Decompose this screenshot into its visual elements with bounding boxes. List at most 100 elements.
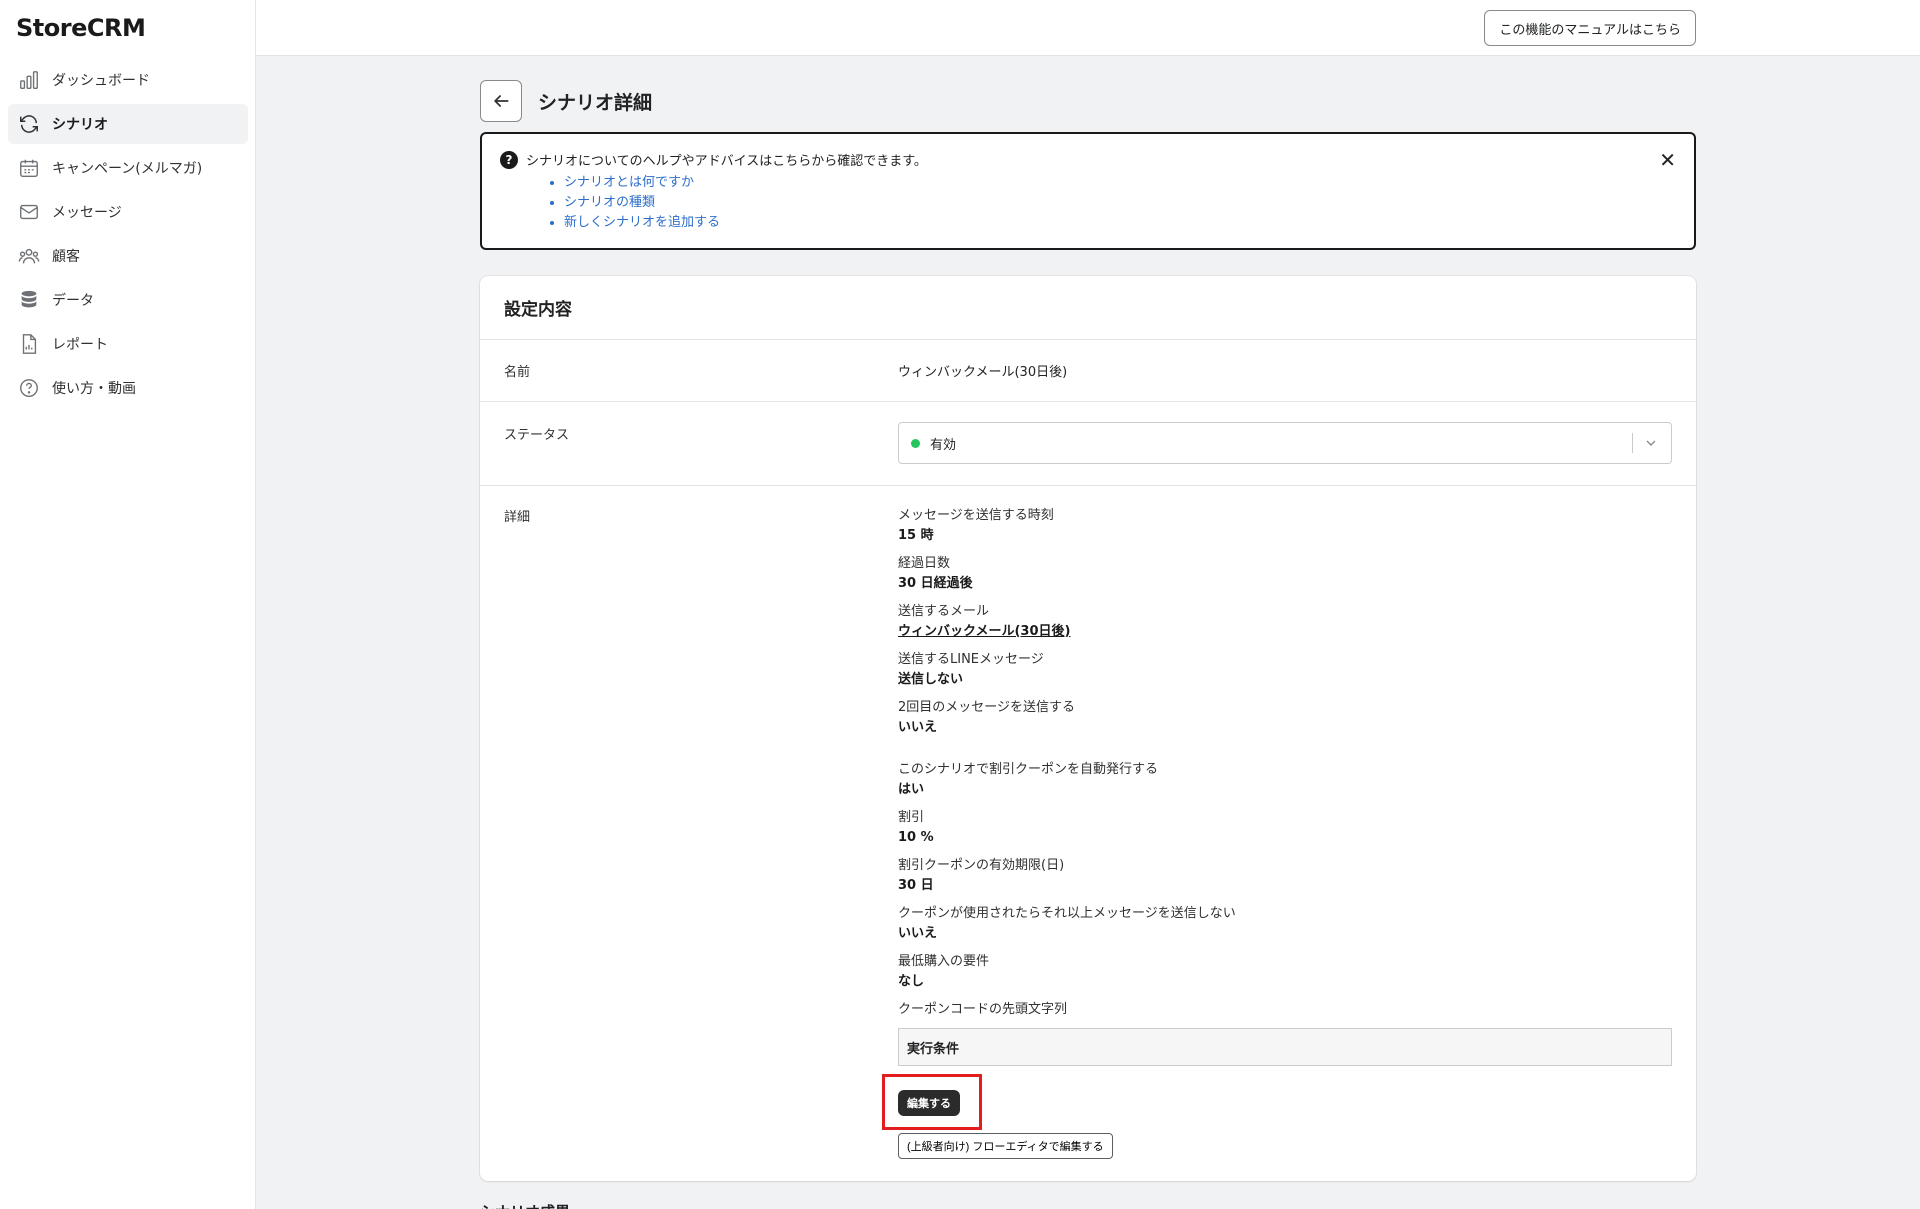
status-label: ステータス [504, 428, 570, 443]
sidebar-item-campaign[interactable]: キャンペーン(メルマガ) [8, 148, 248, 188]
status-row: ステータス 有効 [480, 402, 1696, 486]
manual-button[interactable]: この機能のマニュアルはこちら [1484, 10, 1696, 46]
sidebar-item-label: 使い方・動画 [52, 381, 136, 397]
edit-highlight: 編集する [882, 1074, 982, 1130]
help-link-item: 新しくシナリオを追加する [564, 213, 1676, 233]
sidebar-item-label: ダッシュボード [52, 73, 150, 89]
detail-item-label: 送信するLINEメッセージ [898, 652, 1044, 667]
users-icon [18, 245, 40, 267]
top-bar: この機能のマニュアルはこちら [256, 0, 1920, 56]
name-row: 名前 ウィンバックメール(30日後) [480, 340, 1696, 402]
name-value: ウィンバックメール(30日後) [898, 365, 1068, 380]
sidebar-item-report[interactable]: レポート [8, 324, 248, 364]
bar-chart-icon [18, 69, 40, 91]
help-link-item: シナリオとは何ですか [564, 173, 1676, 193]
status-value-cell: 有効 [898, 422, 1672, 485]
back-button[interactable] [480, 80, 522, 122]
sidebar-item-message[interactable]: メッセージ [8, 192, 248, 232]
detail-item-second-message: 2回目のメッセージを送信する いいえ [898, 698, 1672, 738]
edit-button[interactable]: 編集する [898, 1090, 960, 1116]
detail-item-elapsed-days: 経過日数 30 日経過後 [898, 554, 1672, 594]
sidebar: StoreCRM ダッシュボード シナリオ キャンペーン(メルマガ) メッセージ [0, 0, 256, 1209]
sidebar-item-label: キャンペーン(メルマガ) [52, 161, 203, 177]
sidebar-item-label: 顧客 [52, 249, 80, 265]
detail-item-label: このシナリオで割引クーポンを自動発行する [898, 762, 1159, 777]
help-link-what-is-scenario[interactable]: シナリオとは何ですか [564, 175, 694, 190]
detail-item-value: いいえ [898, 926, 938, 941]
main-content: シナリオ詳細 ? シナリオについてのヘルプやアドバイスはこちらから確認できます。… [480, 80, 1696, 1209]
question-icon: ? [500, 150, 518, 169]
detail-item-coupon-prefix: クーポンコードの先頭文字列 [898, 1000, 1672, 1020]
detail-label: 詳細 [504, 510, 531, 525]
sidebar-item-howto[interactable]: 使い方・動画 [8, 368, 248, 408]
sidebar-item-label: レポート [52, 337, 108, 353]
detail-item-mail: 送信するメール ウィンバックメール(30日後) [898, 602, 1672, 642]
status-dot [911, 438, 920, 448]
detail-item-label: 割引クーポンの有効期限(日) [898, 858, 1065, 873]
scenario-results-title: シナリオ成果 [480, 1201, 1696, 1209]
detail-item-line: 送信するLINEメッセージ 送信しない [898, 650, 1672, 690]
help-banner: ? シナリオについてのヘルプやアドバイスはこちらから確認できます。 シナリオとは… [480, 132, 1696, 250]
sidebar-item-dashboard[interactable]: ダッシュボード [8, 60, 248, 100]
detail-item-send-time: メッセージを送信する時刻 15 時 [898, 506, 1672, 546]
sidebar-item-customers[interactable]: 顧客 [8, 236, 248, 276]
settings-card-title: 設定内容 [480, 276, 1696, 340]
detail-item-label: 最低購入の要件 [898, 954, 990, 969]
refresh-icon [18, 113, 40, 135]
mail-icon [18, 201, 40, 223]
app-logo: StoreCRM [16, 14, 146, 42]
chevron-down-icon [1646, 440, 1656, 446]
detail-item-stop-on-use: クーポンが使用されたらそれ以上メッセージを送信しない いいえ [898, 904, 1672, 944]
page-header: シナリオ詳細 [480, 80, 1696, 122]
detail-item-label: 送信するメール [898, 604, 990, 619]
database-icon [18, 289, 40, 311]
detail-row: 詳細 メッセージを送信する時刻 15 時 経過日数 30 日経過後 送信するメー… [480, 486, 1696, 1181]
name-label: 名前 [504, 365, 531, 380]
detail-item-value: いいえ [898, 720, 938, 735]
help-links: シナリオとは何ですか シナリオの種類 新しくシナリオを追加する [500, 173, 1676, 233]
detail-item-value: 30 日経過後 [898, 576, 973, 591]
settings-card: 設定内容 名前 ウィンバックメール(30日後) ステータス 有効 詳細 メッセー… [480, 276, 1696, 1181]
help-link-add-scenario[interactable]: 新しくシナリオを追加する [564, 215, 720, 230]
status-select-value: 有効 [930, 437, 957, 453]
help-heading-text: シナリオについてのヘルプやアドバイスはこちらから確認できます。 [526, 154, 927, 169]
detail-item-label: 2回目のメッセージを送信する [898, 700, 1076, 715]
exec-condition-box: 実行条件 [898, 1028, 1672, 1066]
detail-item-label: 経過日数 [898, 556, 951, 571]
calendar-icon [18, 157, 40, 179]
mail-link[interactable]: ウィンバックメール(30日後) [898, 622, 1672, 642]
sidebar-item-label: シナリオ [52, 117, 108, 133]
detail-item-min-purchase: 最低購入の要件 なし [898, 952, 1672, 992]
help-link-item: シナリオの種類 [564, 193, 1676, 213]
sidebar-item-scenario[interactable]: シナリオ [8, 104, 248, 144]
detail-item-value: なし [898, 974, 925, 989]
flow-editor-button[interactable]: (上級者向け) フローエディタで編集する [898, 1133, 1113, 1159]
detail-item-label: 割引 [898, 810, 925, 825]
detail-values: メッセージを送信する時刻 15 時 経過日数 30 日経過後 送信するメール ウ… [882, 506, 1672, 1159]
detail-item-label: メッセージを送信する時刻 [898, 508, 1054, 523]
help-circle-icon [18, 377, 40, 399]
sidebar-nav: ダッシュボード シナリオ キャンペーン(メルマガ) メッセージ 顧客 データ レ… [8, 60, 248, 412]
sidebar-item-label: メッセージ [52, 205, 122, 221]
close-icon[interactable]: ✕ [1659, 150, 1676, 170]
report-icon [18, 333, 40, 355]
detail-item-label: クーポンコードの先頭文字列 [898, 1002, 1068, 1017]
detail-item-value: 15 時 [898, 528, 934, 543]
detail-item-discount: 割引 10 % [898, 808, 1672, 848]
help-link-scenario-types[interactable]: シナリオの種類 [564, 195, 655, 210]
detail-item-value: 10 % [898, 830, 934, 845]
detail-item-auto-coupon: このシナリオで割引クーポンを自動発行する はい [898, 760, 1672, 800]
detail-item-value: 送信しない [898, 672, 964, 687]
detail-item-label: クーポンが使用されたらそれ以上メッセージを送信しない [898, 906, 1236, 921]
sidebar-item-label: データ [52, 293, 94, 309]
select-separator [1632, 433, 1633, 453]
status-select[interactable]: 有効 [898, 422, 1672, 464]
sidebar-item-data[interactable]: データ [8, 280, 248, 320]
detail-item-value: はい [898, 782, 925, 797]
detail-item-coupon-expiry: 割引クーポンの有効期限(日) 30 日 [898, 856, 1672, 896]
page-title: シナリオ詳細 [538, 91, 653, 114]
help-heading: ? シナリオについてのヘルプやアドバイスはこちらから確認できます。 [500, 150, 1676, 169]
detail-item-value: 30 日 [898, 878, 934, 893]
arrow-left-icon [494, 95, 509, 107]
